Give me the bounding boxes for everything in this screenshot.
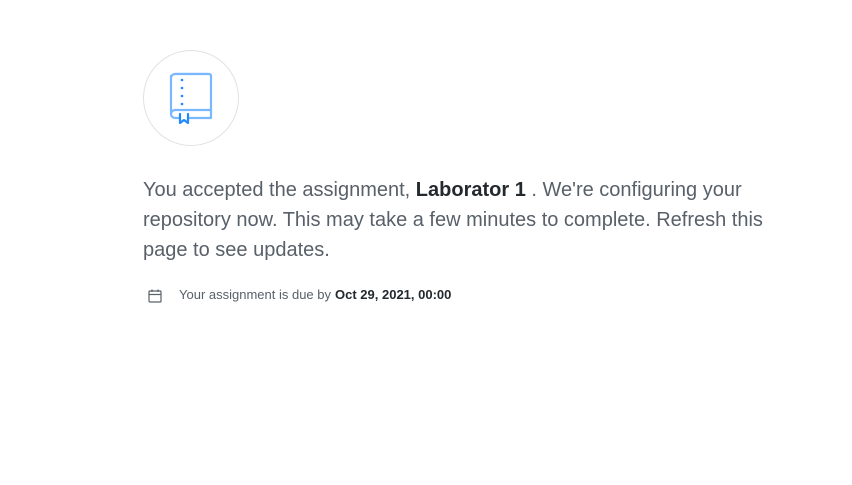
repo-book-icon bbox=[167, 70, 215, 126]
repo-icon-circle bbox=[143, 50, 239, 146]
calendar-icon bbox=[147, 288, 163, 304]
due-date: Oct 29, 2021, 00:00 bbox=[335, 287, 452, 302]
assignment-status-panel: You accepted the assignment, Laborator 1… bbox=[143, 50, 783, 304]
acceptance-message: You accepted the assignment, Laborator 1… bbox=[143, 175, 773, 265]
message-prefix: You accepted the assignment, bbox=[143, 179, 411, 201]
due-label: Your assignment is due by bbox=[179, 287, 332, 302]
assignment-name: Laborator 1 bbox=[415, 179, 526, 201]
due-date-row: Your assignment is due by Oct 29, 2021, … bbox=[143, 285, 783, 304]
